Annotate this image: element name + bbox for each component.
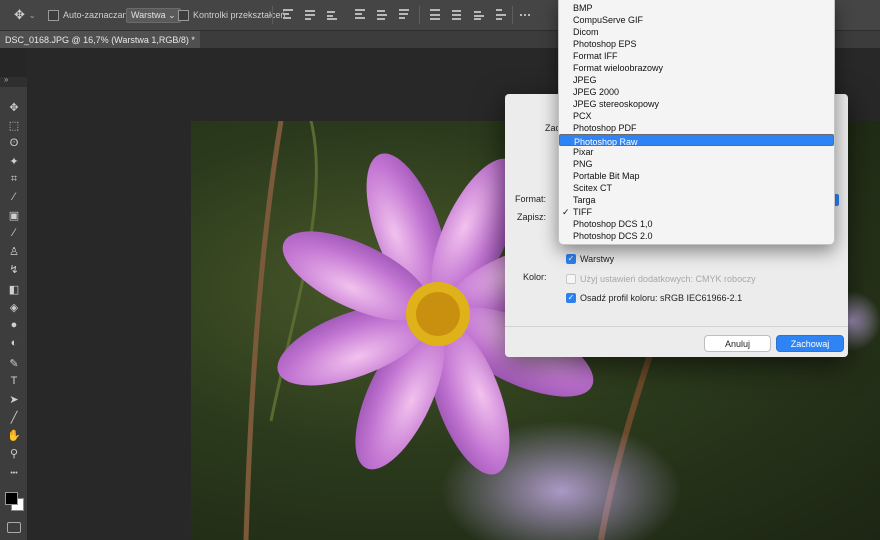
layers-checkbox[interactable]: ✓ — [566, 254, 576, 264]
auto-select-dropdown[interactable]: Warstwa ⌄ — [126, 0, 181, 30]
more-options-icon[interactable] — [520, 9, 530, 20]
checkmark-icon: ✓ — [562, 207, 570, 217]
menu-item-pcx[interactable]: PCX — [559, 110, 834, 122]
blur-tool-icon[interactable]: ● — [6, 317, 22, 333]
dodge-tool-icon[interactable]: ◐ — [6, 335, 22, 351]
pen-tool-icon[interactable]: ✎ — [6, 355, 22, 371]
transform-controls-checkbox-box[interactable] — [178, 9, 189, 21]
embed-profile-label: Osadź profil koloru: sRGB IEC61966-2.1 — [580, 293, 743, 303]
move-tool-preset-icon[interactable]: ✥ ⌄ — [14, 0, 36, 30]
options-separator — [512, 6, 513, 24]
auto-select-value: Warstwa — [131, 9, 166, 20]
proof-setup-checkbox[interactable] — [566, 274, 576, 284]
paint-bucket-tool-icon[interactable]: ◈ — [6, 299, 22, 315]
options-separator — [272, 6, 273, 24]
menu-item-bmp[interactable]: BMP — [559, 2, 834, 14]
document-tab[interactable]: DSC_0168.JPG @ 16,7% (Warstwa 1,RGB/8) * — [0, 31, 200, 48]
magic-wand-tool-icon[interactable]: ✦ — [6, 153, 22, 169]
brush-tool-icon[interactable]: ∕ — [6, 225, 22, 241]
foreground-color-swatch[interactable] — [5, 492, 18, 505]
menu-item-dcs2[interactable]: Photoshop DCS 2.0 — [559, 230, 834, 242]
menu-item-png[interactable]: PNG — [559, 158, 834, 170]
move-tool-icon[interactable]: ✥ — [6, 99, 22, 115]
align-top-icon[interactable] — [283, 9, 293, 20]
menu-item-raw[interactable]: Photoshop Raw — [559, 134, 834, 147]
menu-item-pdf[interactable]: Photoshop PDF — [559, 122, 834, 134]
layers-label: Warstwy — [580, 254, 615, 264]
cancel-button[interactable]: Anuluj — [704, 335, 771, 352]
embed-profile-checkbox[interactable]: ✓ — [566, 293, 576, 303]
type-tool-icon[interactable]: T — [6, 373, 22, 389]
color-swatches[interactable] — [4, 489, 24, 511]
transform-controls-checkbox[interactable]: Kontrolki przekształceń — [178, 0, 286, 30]
menu-item-multi-picture[interactable]: Format wieloobrazowy — [559, 62, 834, 74]
menu-item-gif[interactable]: CompuServe GIF — [559, 14, 834, 26]
patch-tool-icon[interactable]: ▣ — [6, 207, 22, 223]
format-menu: BMP CompuServe GIF Dicom Photoshop EPS F… — [558, 0, 835, 245]
distribute-vcenter-icon[interactable] — [452, 9, 462, 20]
menu-item-tiff[interactable]: ✓ TIFF — [559, 206, 834, 218]
menu-item-jpeg[interactable]: JPEG — [559, 74, 834, 86]
save-options-label: Zapisz: — [517, 212, 547, 222]
menu-item-scitex[interactable]: Scitex CT — [559, 182, 834, 194]
align-bottom-icon[interactable] — [327, 9, 337, 20]
eyedropper-tool-icon[interactable]: ⁄ — [6, 189, 22, 205]
distribute-left-icon[interactable] — [496, 9, 506, 20]
proof-setup-label: Użyj ustawień dodatkowych: CMYK roboczy — [580, 274, 756, 284]
menu-item-targa[interactable]: Targa — [559, 194, 834, 206]
document-tab-title: DSC_0168.JPG @ 16,7% (Warstwa 1,RGB/8) * — [5, 34, 195, 45]
align-left-icon[interactable] — [355, 9, 365, 20]
align-vcenter-icon[interactable] — [305, 9, 315, 20]
dialog-divider — [505, 326, 848, 327]
crop-tool-icon[interactable]: ⌗ — [6, 171, 22, 187]
menu-item-dicom[interactable]: Dicom — [559, 26, 834, 38]
color-label: Kolor: — [523, 272, 547, 282]
auto-select-checkbox-box[interactable] — [48, 9, 59, 21]
distribute-bottom-icon[interactable] — [474, 9, 484, 20]
align-right-icon[interactable] — [399, 9, 409, 20]
more-tools-icon[interactable]: ••• — [6, 465, 22, 481]
collapse-icon[interactable]: » — [4, 75, 8, 84]
align-hcenter-icon[interactable] — [377, 9, 387, 20]
toolbar: ✥ ⬚ ʘ ✦ ⌗ ⁄ ▣ ∕ ♙ ↯ ◧ ◈ ● ◐ ✎ T ➤ ╱ ✋ ⚲ … — [0, 87, 27, 540]
menu-item-dcs1[interactable]: Photoshop DCS 1,0 — [559, 218, 834, 230]
auto-select-checkbox[interactable]: Auto-zaznaczanie: — [48, 0, 137, 30]
lasso-tool-icon[interactable]: ʘ — [6, 135, 22, 151]
toolbar-header[interactable]: » — [0, 75, 27, 87]
menu-item-jpeg2000[interactable]: JPEG 2000 — [559, 86, 834, 98]
eraser-tool-icon[interactable]: ◧ — [6, 281, 22, 297]
line-tool-icon[interactable]: ╱ — [6, 409, 22, 425]
menu-item-jpeg-stereo[interactable]: JPEG stereoskopowy — [559, 98, 834, 110]
zoom-tool-icon[interactable]: ⚲ — [6, 445, 22, 461]
quick-mask-icon[interactable] — [7, 522, 21, 533]
save-button[interactable]: Zachowaj — [776, 335, 844, 352]
menu-item-iff[interactable]: Format IFF — [559, 50, 834, 62]
format-label: Format: — [515, 194, 547, 204]
hand-tool-icon[interactable]: ✋ — [6, 427, 22, 443]
distribute-top-icon[interactable] — [430, 9, 440, 20]
menu-item-pixar[interactable]: Pixar — [559, 146, 834, 158]
options-separator — [419, 6, 420, 24]
marquee-tool-icon[interactable]: ⬚ — [6, 117, 22, 133]
stamp-tool-icon[interactable]: ♙ — [6, 243, 22, 259]
menu-item-eps[interactable]: Photoshop EPS — [559, 38, 834, 50]
path-select-tool-icon[interactable]: ➤ — [6, 391, 22, 407]
menu-item-pbm[interactable]: Portable Bit Map — [559, 170, 834, 182]
history-brush-tool-icon[interactable]: ↯ — [6, 261, 22, 277]
